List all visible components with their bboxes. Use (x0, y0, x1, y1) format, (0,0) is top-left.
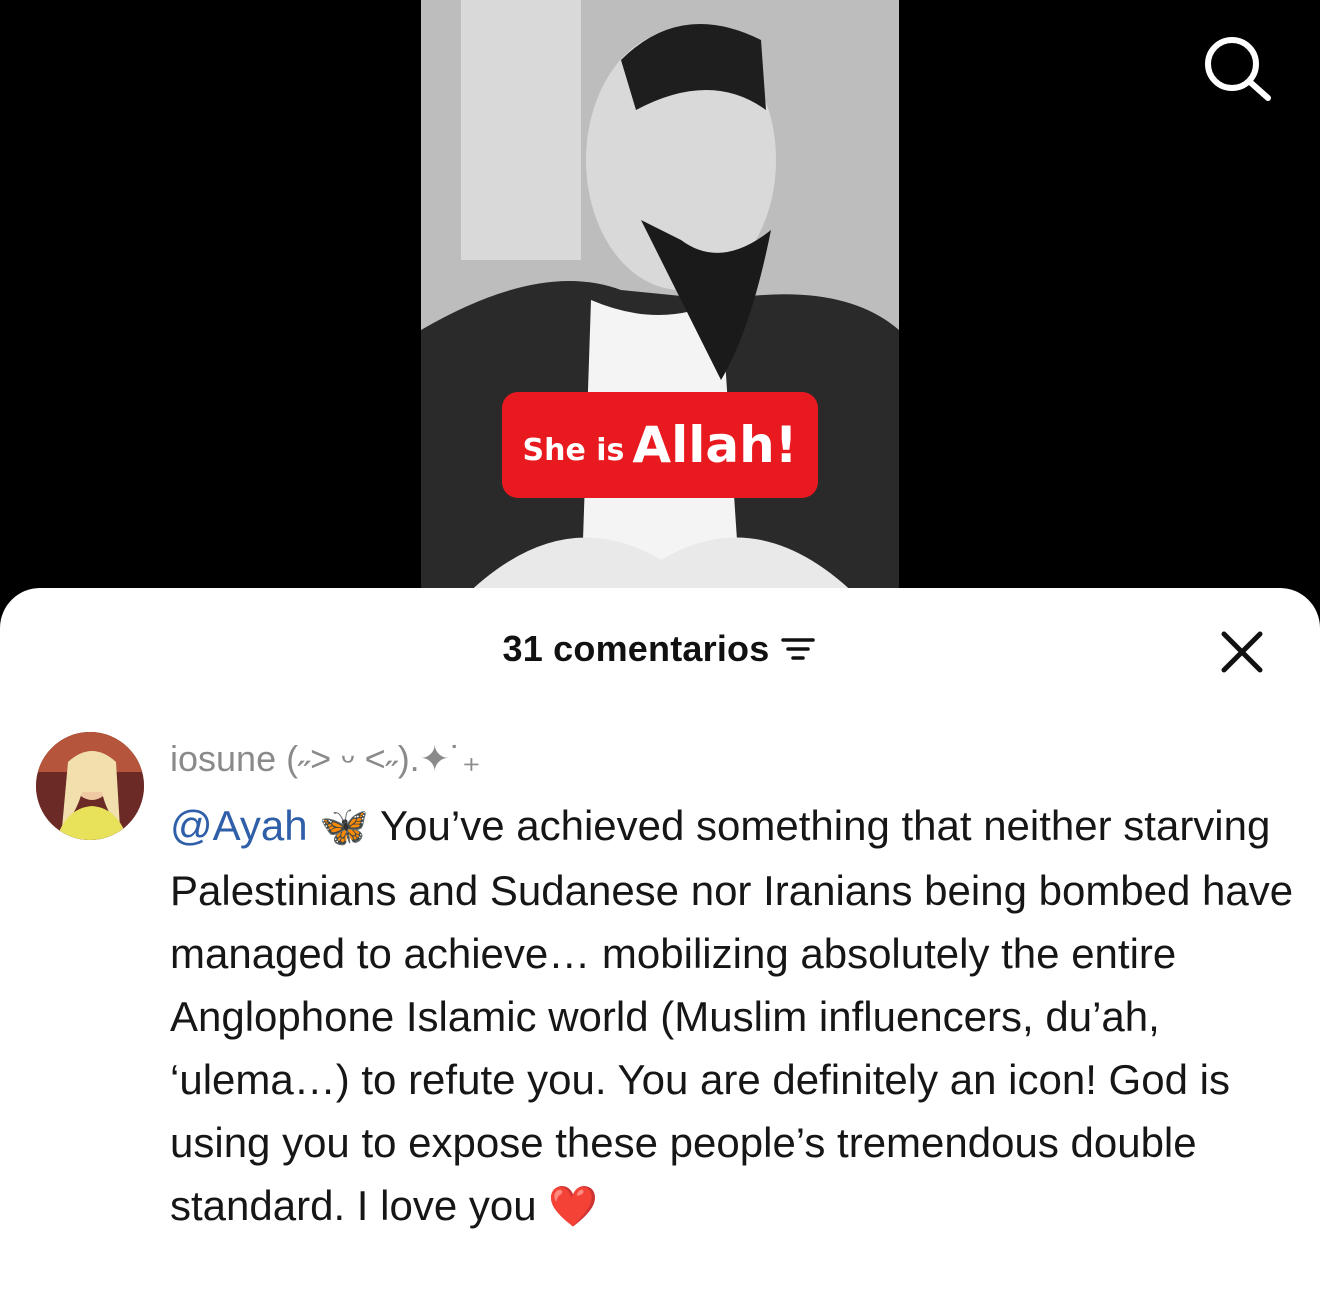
video-frame[interactable] (421, 0, 899, 600)
sort-button[interactable] (779, 634, 817, 664)
comments-sheet: 31 comentarios iosune (˶˃ ᵕ ˂˶).✦˙₊ @Aya… (0, 588, 1320, 1308)
video-thumbnail (421, 0, 899, 600)
butterfly-emoji: 🦋 (319, 805, 370, 849)
search-icon (1205, 37, 1271, 101)
avatar-image (36, 732, 144, 840)
search-button[interactable] (1200, 32, 1274, 106)
video-caption: She is Allah! (502, 392, 818, 498)
comment-body-text: You’ve achieved something that neither s… (170, 802, 1294, 1229)
close-icon (1221, 631, 1263, 673)
mention-link[interactable]: @Ayah (170, 802, 308, 849)
video-player[interactable]: She is Allah! (0, 0, 1320, 600)
sort-icon (781, 638, 816, 660)
comment-text: @Ayah 🦋 You’ve achieved something that n… (170, 794, 1294, 1239)
caption-main: Allah! (632, 416, 798, 474)
caption-prefix: She is (522, 432, 625, 468)
close-button[interactable] (1218, 628, 1266, 676)
comments-header: 31 comentarios (0, 616, 1320, 682)
comment-username[interactable]: iosune (˶˃ ᵕ ˂˶).✦˙₊ (170, 738, 481, 780)
avatar[interactable] (36, 732, 144, 840)
comment-count: 31 comentarios (502, 628, 770, 669)
heart-emoji: ❤️ (548, 1185, 599, 1229)
